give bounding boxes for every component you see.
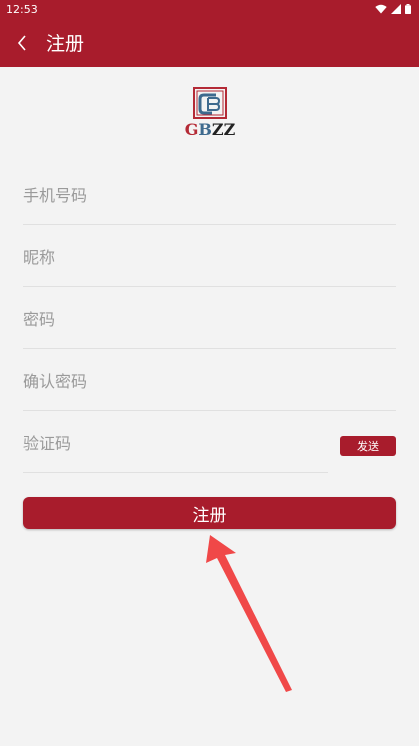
chevron-left-icon bbox=[17, 34, 26, 51]
password-field bbox=[23, 291, 396, 349]
page-title: 注册 bbox=[46, 33, 85, 55]
confirm-password-input[interactable] bbox=[23, 372, 396, 391]
logo-letter-b: B bbox=[198, 120, 212, 139]
status-bar: 12:53 bbox=[0, 0, 419, 18]
back-button[interactable] bbox=[0, 18, 44, 67]
status-time: 12:53 bbox=[6, 2, 38, 16]
confirm-password-field bbox=[23, 353, 396, 411]
register-button[interactable]: 注册 bbox=[23, 497, 396, 529]
code-field bbox=[23, 415, 328, 473]
logo-text: GBZZ bbox=[180, 120, 240, 139]
logo-letters-zz: ZZ bbox=[211, 120, 236, 139]
nickname-field bbox=[23, 229, 396, 287]
app-bar: 注册 bbox=[0, 18, 419, 67]
logo-letter-g: G bbox=[184, 120, 199, 139]
password-input[interactable] bbox=[23, 310, 396, 329]
signal-icon bbox=[391, 4, 401, 14]
phone-input[interactable] bbox=[23, 186, 396, 205]
code-input[interactable] bbox=[23, 434, 328, 453]
nickname-input[interactable] bbox=[23, 248, 396, 267]
battery-icon bbox=[405, 4, 411, 14]
wifi-icon bbox=[375, 4, 387, 14]
phone-field bbox=[23, 167, 396, 225]
send-code-button[interactable]: 发送 bbox=[340, 436, 396, 456]
